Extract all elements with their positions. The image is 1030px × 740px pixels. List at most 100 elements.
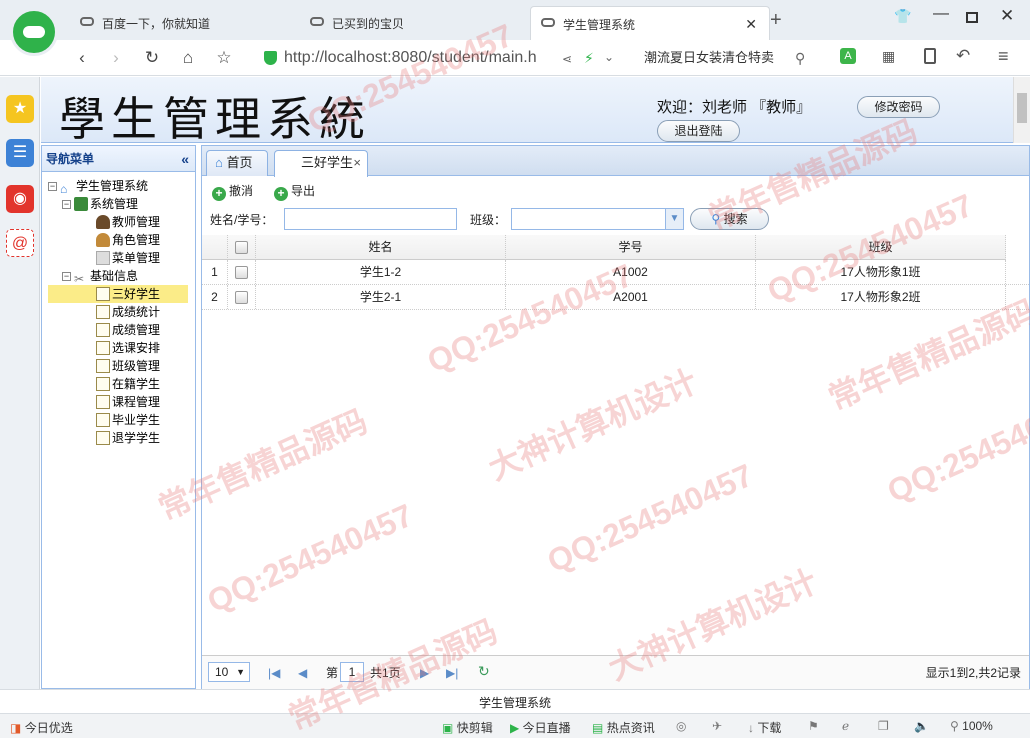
menu-icon[interactable]: ≡ — [998, 46, 1009, 67]
tab-honor-students[interactable]: 三好学生 × — [274, 150, 368, 177]
reader-icon[interactable] — [924, 48, 936, 64]
forward-icon[interactable]: › — [104, 46, 128, 70]
tree-item[interactable]: 成绩管理 — [48, 321, 196, 339]
favorites-star-icon[interactable]: ★ — [6, 95, 34, 123]
live-stream-label: 今日直播 — [522, 721, 571, 735]
page-number-input[interactable]: 1 — [340, 662, 364, 682]
chevron-down-icon[interactable]: ▼ — [665, 209, 683, 229]
tree-item[interactable]: 成绩统计 — [48, 303, 196, 321]
close-icon[interactable]: × — [353, 151, 361, 175]
name-id-input[interactable] — [284, 208, 457, 230]
tree-item[interactable]: 班级管理 — [48, 357, 196, 375]
home-icon: ⌂ — [215, 155, 223, 170]
tree-item[interactable]: 选课安排 — [48, 339, 196, 357]
tree-item-selected[interactable]: 三好学生 — [48, 285, 188, 303]
column-header-id[interactable]: 学号 — [506, 235, 756, 260]
hot-news[interactable]: ▤ 热点资讯 — [592, 719, 655, 736]
cell-class: 17人物形象1班 — [756, 260, 1006, 284]
tree-group[interactable]: − 系统管理 — [48, 195, 196, 213]
today-picks[interactable]: ◨ 今日优选 — [10, 719, 73, 736]
table-row[interactable]: 1 学生1-2 A1002 17人物形象1班 — [202, 260, 1029, 285]
export-label: 导出 — [291, 184, 316, 198]
skin-icon[interactable]: 👕 — [894, 8, 911, 25]
search-icon[interactable]: ⚲ — [795, 50, 805, 67]
tree-item[interactable]: 退学学生 — [48, 429, 196, 447]
refresh-icon[interactable]: ↻ — [478, 663, 490, 679]
change-password-button[interactable]: 修改密码 — [857, 96, 940, 118]
next-page-icon[interactable]: ▶ — [420, 665, 429, 681]
tree-root[interactable]: − ⌂ 学生管理系统 — [48, 177, 196, 196]
search-button[interactable]: ⚲ 搜索 — [690, 208, 769, 230]
collapse-toggle-icon[interactable]: − — [48, 182, 57, 191]
collapse-icon[interactable]: « — [181, 146, 189, 172]
cancel-button[interactable]: + 撤消 — [212, 182, 253, 201]
row-number: 2 — [202, 285, 228, 309]
page-scrollbar[interactable] — [1013, 77, 1030, 143]
column-header-class[interactable]: 班级 — [756, 235, 1006, 260]
new-tab-button[interactable]: + — [770, 9, 782, 32]
home-icon[interactable]: ⌂ — [176, 46, 200, 70]
mail-icon[interactable]: @ — [6, 229, 34, 257]
class-select[interactable]: ▼ — [511, 208, 684, 230]
search-suggestion: 潮流夏日女装清仓特卖 — [644, 50, 775, 65]
browser-tab-active[interactable]: 学生管理系统 ✕ — [530, 6, 770, 40]
export-button[interactable]: + 导出 — [274, 182, 315, 201]
teacher-icon — [96, 215, 110, 229]
live-stream[interactable]: ▶ 今日直播 — [510, 719, 571, 736]
tab-label: 首页 — [226, 155, 253, 170]
pin-icon[interactable]: ✈ — [712, 719, 722, 733]
tree-item[interactable]: 教师管理 — [48, 213, 196, 231]
cell-name: 学生2-1 — [256, 285, 506, 309]
page-size-value: 10 — [215, 665, 229, 679]
speed-dial-icon[interactable]: ◎ — [676, 719, 686, 733]
bookmark-star-icon[interactable]: ☆ — [212, 46, 236, 70]
table-row[interactable]: 2 学生2-1 A2001 17人物形象2班 — [202, 285, 1029, 310]
weibo-icon[interactable]: ◉ — [6, 185, 34, 213]
undo-icon[interactable]: ↶ — [956, 46, 970, 66]
minimize-icon[interactable]: — — [933, 5, 949, 23]
tree-item[interactable]: 菜单管理 — [48, 249, 196, 267]
select-all-checkbox[interactable] — [228, 235, 256, 260]
first-page-icon[interactable]: |◀ — [268, 665, 280, 681]
plus-icon: + — [212, 187, 226, 201]
tree-item[interactable]: 毕业学生 — [48, 411, 196, 429]
tree-item-label: 在籍学生 — [112, 377, 161, 391]
row-checkbox[interactable] — [228, 260, 256, 284]
tab-home[interactable]: ⌂ 首页 — [206, 150, 268, 176]
apps-grid-icon[interactable]: ▦ — [882, 48, 895, 65]
ie-icon[interactable]: ℯ — [842, 719, 849, 733]
tree-item[interactable]: 在籍学生 — [48, 375, 196, 393]
collapse-toggle-icon[interactable]: − — [62, 200, 71, 209]
browser-tab[interactable]: 已买到的宝贝 — [300, 6, 404, 40]
chevron-down-icon[interactable]: ⌄ — [604, 50, 614, 64]
search-box[interactable]: 潮流夏日女装清仓特卖 — [644, 45, 814, 71]
close-tab-icon[interactable]: ✕ — [745, 16, 757, 33]
tree-item[interactable]: 课程管理 — [48, 393, 196, 411]
tree-group[interactable]: − ✂ 基础信息 — [48, 267, 196, 286]
flag-icon[interactable]: ⚑ — [808, 719, 819, 733]
quick-edit[interactable]: ▣ 快剪辑 — [442, 719, 493, 736]
back-icon[interactable]: ‹ — [70, 46, 94, 70]
collapse-toggle-icon[interactable]: − — [62, 272, 71, 281]
page-size-select[interactable]: 10 ▼ — [208, 662, 250, 682]
prev-page-icon[interactable]: ◀ — [298, 665, 307, 681]
shield-icon — [264, 51, 277, 65]
refresh-icon[interactable]: ↻ — [140, 46, 164, 70]
row-checkbox[interactable] — [228, 285, 256, 309]
browser-tab[interactable]: 百度一下，你就知道 — [70, 6, 210, 40]
downloads[interactable]: ↓ 下载 — [748, 719, 781, 736]
zoom-control[interactable]: ⚲ 100% — [950, 719, 993, 733]
speed-icon[interactable]: ⚡ — [584, 50, 594, 67]
tree-item[interactable]: 角色管理 — [48, 231, 196, 249]
share-icon[interactable]: ⋖ — [562, 52, 572, 66]
list-icon[interactable]: ☰ — [6, 139, 34, 167]
speaker-icon[interactable]: 🔈 — [914, 719, 929, 733]
logout-button[interactable]: 退出登陆 — [657, 120, 740, 142]
window-close-icon[interactable]: ✕ — [1000, 6, 1014, 26]
browser-logo[interactable] — [10, 8, 58, 56]
window-icon[interactable]: ❐ — [878, 719, 889, 733]
translate-icon[interactable]: A — [840, 48, 856, 64]
last-page-icon[interactable]: ▶| — [446, 665, 458, 681]
maximize-icon[interactable] — [966, 12, 978, 23]
column-header-name[interactable]: 姓名 — [256, 235, 506, 260]
